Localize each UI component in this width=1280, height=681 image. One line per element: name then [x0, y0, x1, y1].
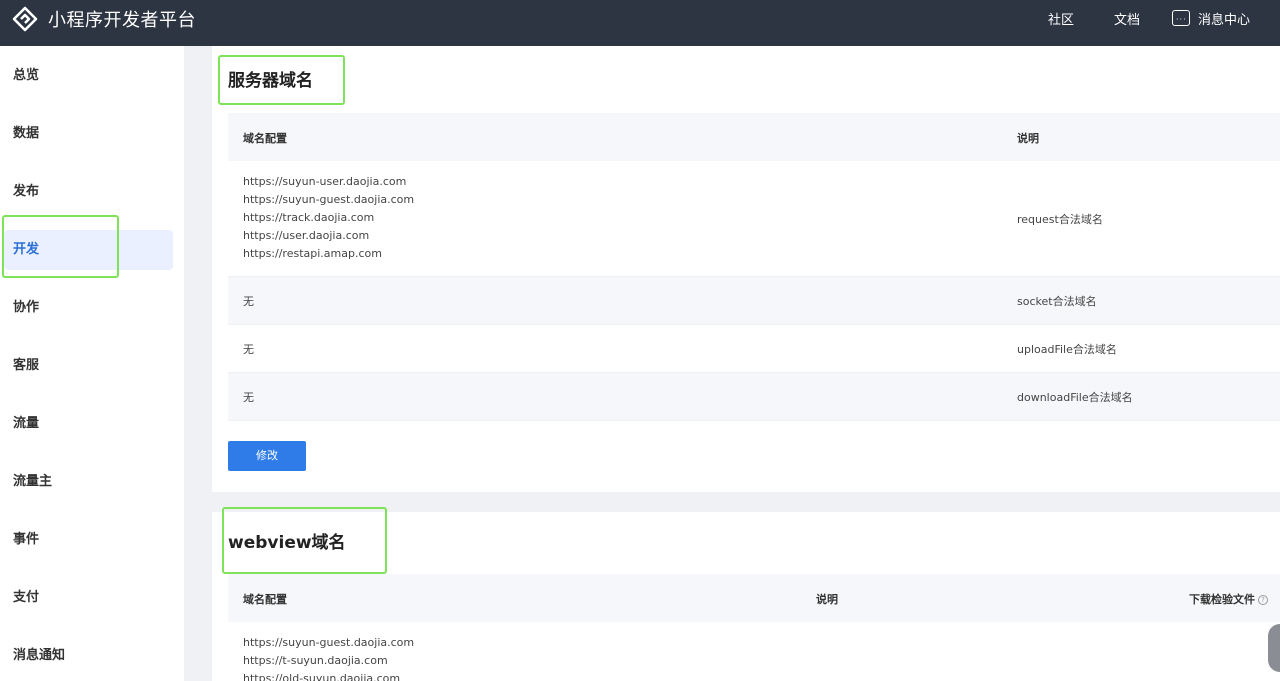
sidebar-item-events[interactable]: 事件	[0, 520, 184, 560]
domain-entry: https://restapi.amap.com	[243, 247, 382, 260]
column-download-verify-file: 下载检验文件?	[1189, 591, 1268, 607]
sidebar-item-publish[interactable]: 发布	[0, 172, 184, 212]
webview-domain-card: webview域名 域名配置 说明 下载检验文件? https://suyun-…	[212, 512, 1280, 681]
top-bar: 小程序开发者平台 社区 文档 ··· 消息中心	[0, 0, 1280, 46]
sidebar-item-overview[interactable]: 总览	[0, 56, 184, 96]
column-domain-config: 域名配置	[243, 593, 287, 606]
message-icon: ···	[1171, 10, 1190, 26]
sidebar-item-customer-service[interactable]: 客服	[0, 346, 184, 386]
domain-entry: 无	[243, 343, 254, 356]
webview-domain-table-header: 域名配置 说明 下载检验文件?	[228, 574, 1280, 622]
domain-entry: https://old-suyun.daojia.com	[243, 672, 401, 681]
help-icon[interactable]: ?	[1258, 595, 1268, 605]
domain-entry: https://suyun-guest.daojia.com	[243, 636, 415, 649]
domain-entry: 无	[243, 295, 254, 308]
domain-entry: https://t-suyun.daojia.com	[243, 654, 388, 667]
domain-entry: https://user.daojia.com	[243, 229, 370, 242]
docs-link[interactable]: 文档	[1114, 9, 1140, 28]
sidebar-item-traffic[interactable]: 流量	[0, 404, 184, 444]
table-row: https://suyun-user.daojia.com https://su…	[228, 161, 1280, 277]
sidebar: 总览 数据 发布 开发 协作 客服 流量 流量主 事件 支付 消息通知	[0, 46, 184, 681]
table-row: 无 socket合法域名	[228, 277, 1280, 325]
sidebar-item-payment[interactable]: 支付	[0, 578, 184, 618]
column-description: 说明	[816, 593, 838, 606]
row-description: downloadFile合法域名	[1017, 391, 1133, 404]
domain-list: https://suyun-user.daojia.com https://su…	[243, 173, 414, 263]
modify-button[interactable]: 修改	[228, 441, 306, 471]
server-domain-card: 服务器域名 域名配置 说明 https://suyun-user.daojia.…	[212, 46, 1280, 492]
row-description: request合法域名	[1017, 213, 1103, 226]
domain-entry: https://suyun-user.daojia.com	[243, 175, 407, 188]
message-center-label: 消息中心	[1197, 12, 1250, 28]
domain-list: https://suyun-guest.daojia.com https://t…	[243, 634, 414, 681]
top-nav: 社区 文档 ··· 消息中心	[1048, 0, 1250, 36]
message-center-link[interactable]: ··· 消息中心	[1171, 9, 1250, 28]
floating-scroll-handle[interactable]	[1268, 624, 1280, 672]
platform-logo-icon	[12, 6, 38, 32]
community-link[interactable]: 社区	[1048, 9, 1074, 28]
table-row: 无 downloadFile合法域名	[228, 373, 1280, 421]
app-title: 小程序开发者平台	[48, 10, 196, 31]
domain-entry: https://track.daojia.com	[243, 211, 375, 224]
webview-domain-title: webview域名	[228, 533, 346, 553]
row-description: uploadFile合法域名	[1017, 343, 1117, 356]
sidebar-item-collaborate[interactable]: 协作	[0, 288, 184, 328]
server-domain-title: 服务器域名	[228, 71, 313, 91]
server-domain-table-header: 域名配置 说明	[228, 113, 1280, 161]
brand[interactable]: 小程序开发者平台	[12, 6, 196, 32]
table-row: 无 uploadFile合法域名	[228, 325, 1280, 373]
sidebar-item-notifications[interactable]: 消息通知	[0, 636, 184, 676]
domain-entry: https://suyun-guest.daojia.com	[243, 193, 415, 206]
domain-entry: 无	[243, 391, 254, 404]
sidebar-item-data[interactable]: 数据	[0, 114, 184, 154]
sidebar-item-traffic-owner[interactable]: 流量主	[0, 462, 184, 502]
sidebar-item-develop[interactable]: 开发	[0, 230, 184, 270]
download-verify-file-label: 下载检验文件	[1189, 593, 1255, 606]
row-description: socket合法域名	[1017, 295, 1097, 308]
column-description: 说明	[1017, 132, 1039, 145]
table-row: https://suyun-guest.daojia.com https://t…	[228, 622, 1280, 681]
column-domain-config: 域名配置	[243, 132, 287, 145]
main-content: 服务器域名 域名配置 说明 https://suyun-user.daojia.…	[212, 46, 1280, 681]
